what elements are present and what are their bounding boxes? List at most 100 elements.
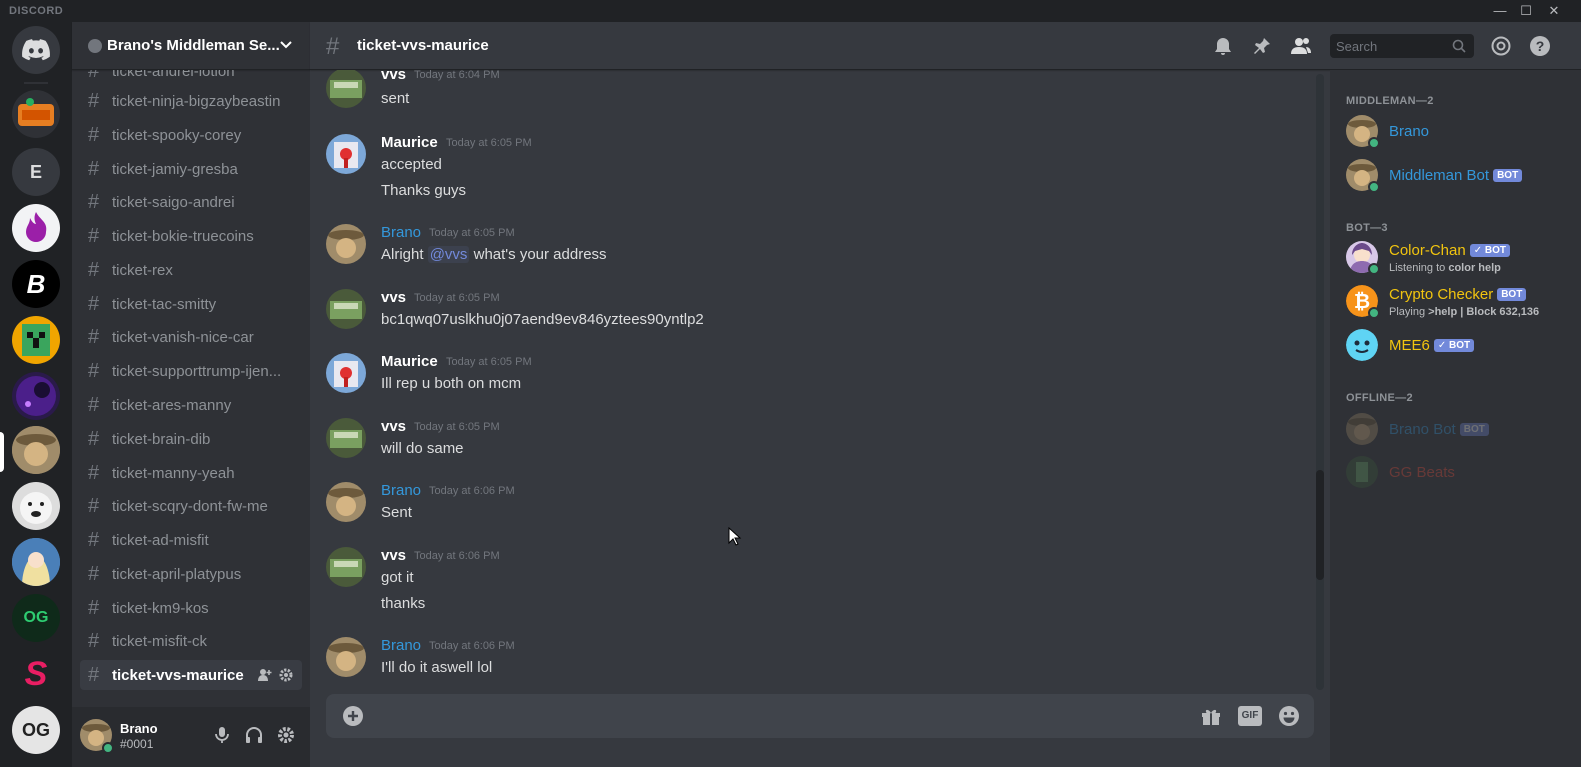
active-server-indicator [0, 432, 4, 472]
avatar[interactable] [326, 134, 366, 174]
avatar[interactable] [326, 289, 366, 329]
channel-item[interactable]: # ticket-rex [80, 255, 302, 285]
home-button[interactable] [12, 26, 60, 74]
bot-badge: BOT [1497, 288, 1527, 301]
member-group-header: OFFLINE—2 [1346, 392, 1413, 404]
user-settings-gear-icon[interactable] [276, 725, 296, 745]
message-timestamp: Today at 6:05 PM [446, 137, 532, 149]
server-dog-icon[interactable] [12, 482, 60, 530]
channel-item[interactable]: # ticket-ninja-bigzaybeastin [80, 86, 302, 116]
hash-icon: # [88, 124, 100, 146]
gear-icon[interactable] [279, 668, 293, 682]
server-purple-icon[interactable] [12, 372, 60, 420]
server-og-icon[interactable]: OG [12, 594, 60, 642]
message-text: sent [381, 90, 410, 107]
hash-icon: # [88, 664, 100, 686]
gif-button[interactable]: GIF [1238, 706, 1262, 726]
member-item[interactable]: MEE6 ✓ BOT [1338, 324, 1573, 366]
channel-item[interactable]: # ticket-manny-yeah [80, 458, 302, 488]
channel-item[interactable]: # ticket-tac-smitty [80, 289, 302, 319]
scrollbar-track[interactable] [1316, 74, 1324, 690]
channel-item[interactable]: # ticket-ares-manny [80, 390, 302, 420]
gift-icon[interactable] [1200, 705, 1222, 727]
invite-icon[interactable] [258, 668, 272, 682]
bell-icon[interactable] [1212, 35, 1234, 57]
title-bar: DISCORD — ☐ ✕ [0, 0, 1581, 22]
user-tag: #0001 [120, 737, 154, 751]
server-orange-icon[interactable] [12, 90, 60, 138]
maximize-button[interactable]: ☐ [1512, 0, 1540, 22]
channel-item[interactable]: # ticket-misfit-ck [80, 626, 302, 656]
message-composer: GIF [326, 694, 1314, 738]
bot-badge: BOT [1459, 423, 1489, 436]
avatar[interactable] [326, 418, 366, 458]
member-item-offline[interactable]: GG Beats [1338, 451, 1573, 493]
channel-item[interactable]: # ticket-brain-dib [80, 424, 302, 454]
avatar[interactable] [326, 482, 366, 522]
microphone-icon[interactable] [212, 725, 232, 745]
message-author[interactable]: Brano [381, 224, 421, 241]
member-item[interactable]: Color-Chan ✓ BOT Listening to color help [1338, 236, 1573, 278]
server-b-icon[interactable]: B [12, 260, 60, 308]
channel-item[interactable]: # ticket-vanish-nice-car [80, 322, 302, 352]
channel-item[interactable]: # ticket-saigo-andrei [80, 187, 302, 217]
message-author[interactable]: vvs [381, 547, 406, 564]
member-item[interactable]: Brano [1338, 110, 1573, 152]
search-icon [1452, 39, 1466, 53]
upload-plus-icon[interactable] [342, 705, 364, 727]
server-ogcart-icon[interactable]: OG [12, 706, 60, 754]
message-author[interactable]: Maurice [381, 134, 438, 151]
message-author[interactable]: Maurice [381, 353, 438, 370]
scrollbar-thumb[interactable] [1316, 470, 1324, 580]
avatar[interactable] [326, 637, 366, 677]
message-timestamp: Today at 6:04 PM [414, 70, 500, 81]
member-item[interactable]: ₿ Crypto Checker BOT Playing >help | Bloc… [1338, 280, 1573, 322]
server-middleman-icon[interactable] [12, 426, 60, 474]
avatar[interactable] [326, 224, 366, 264]
guild-header[interactable]: Brano's Middleman Se... [72, 22, 310, 70]
channel-item[interactable]: # ticket-scqry-dont-fw-me [80, 491, 302, 521]
message-text: I'll do it aswell lol [381, 659, 493, 676]
server-e-icon[interactable]: E [12, 148, 60, 196]
verified-bot-badge: ✓ BOT [1469, 244, 1510, 257]
server-anime-icon[interactable] [12, 538, 60, 586]
avatar[interactable] [326, 353, 366, 393]
avatar[interactable] [326, 70, 366, 108]
member-item[interactable]: Middleman Bot BOT [1338, 154, 1573, 196]
members-icon[interactable] [1290, 35, 1312, 57]
message-author[interactable]: Brano [381, 637, 421, 654]
channel-item[interactable]: # ticket-bokie-truecoins [80, 221, 302, 251]
channel-item[interactable]: # ticket-spooky-corey [80, 120, 302, 150]
message-input[interactable] [378, 706, 1178, 726]
hash-icon: # [88, 225, 100, 247]
server-creeper-icon[interactable] [12, 316, 60, 364]
channel-item[interactable]: # ticket-april-platypus [80, 559, 302, 589]
close-window-button[interactable]: ✕ [1540, 0, 1568, 22]
message-author[interactable]: Brano [381, 482, 421, 499]
message-author[interactable]: vvs [381, 289, 406, 306]
channel-item[interactable]: # ticket-andrei-lotion [80, 70, 302, 86]
avatar[interactable] [326, 547, 366, 587]
user-mention[interactable]: @vvs [427, 246, 470, 263]
channel-item-active[interactable]: # ticket-vvs-maurice [80, 660, 302, 690]
search-input[interactable] [1336, 37, 1446, 55]
channel-item[interactable]: # ticket-ad-misfit [80, 525, 302, 555]
headphones-icon[interactable] [244, 725, 264, 745]
channel-item[interactable]: # ticket-supporttrump-ijen... [80, 356, 302, 386]
server-flame-icon[interactable] [12, 204, 60, 252]
member-name: Brano [1389, 123, 1430, 140]
mention-icon[interactable] [1490, 35, 1512, 57]
emoji-icon[interactable] [1278, 705, 1300, 727]
minimize-button[interactable]: — [1486, 0, 1514, 22]
message-author[interactable]: vvs [381, 70, 406, 83]
message-author[interactable]: vvs [381, 418, 406, 435]
search-box[interactable] [1330, 34, 1474, 58]
channel-item[interactable]: # ticket-jamiy-gresba [80, 154, 302, 184]
help-icon[interactable]: ? [1529, 35, 1551, 57]
message-timestamp: Today at 6:06 PM [429, 640, 515, 652]
pin-icon[interactable] [1251, 35, 1273, 57]
channel-item[interactable]: # ticket-km9-kos [80, 593, 302, 623]
member-item-offline[interactable]: Brano Bot BOT [1338, 408, 1573, 450]
hash-icon: # [326, 33, 340, 60]
server-s-icon[interactable]: S [12, 650, 60, 698]
